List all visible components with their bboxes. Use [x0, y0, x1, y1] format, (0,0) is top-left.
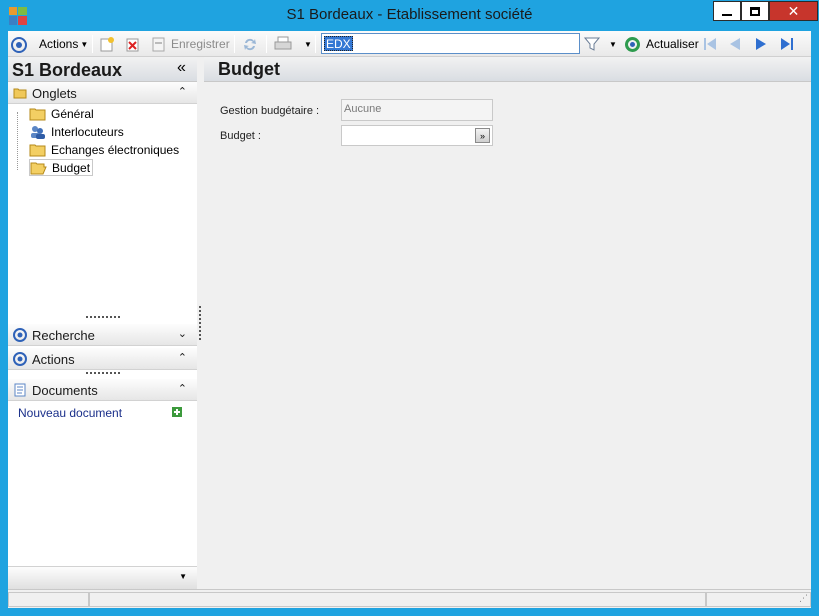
refresh-icon: [625, 36, 640, 52]
left-panel-title: S1 Bordeaux: [12, 60, 123, 80]
delete-icon[interactable]: [125, 34, 141, 54]
minimize-button[interactable]: [713, 1, 741, 21]
splitter-grip[interactable]: [86, 372, 120, 374]
status-bar: ⋰: [8, 589, 811, 608]
close-icon: ✕: [787, 2, 800, 19]
left-panel-footer[interactable]: ▼: [8, 566, 197, 589]
folder-icon: [29, 108, 46, 120]
status-cell: [8, 592, 89, 607]
section-actions-label: Actions: [32, 352, 75, 367]
chevron-down-icon: ▼: [304, 39, 312, 49]
filter-dropdown-icon[interactable]: ▼: [609, 34, 617, 54]
collapse-panel-icon[interactable]: «: [177, 59, 186, 77]
tab-budget[interactable]: Budget: [29, 159, 94, 176]
maximize-icon: [750, 6, 760, 16]
folder-open-icon: [30, 162, 47, 174]
tab-echanges-label: Echanges électroniques: [51, 142, 180, 157]
splitter-grip[interactable]: [86, 316, 120, 318]
close-button[interactable]: ✕: [769, 1, 818, 21]
resize-grip-icon[interactable]: ⋰: [799, 593, 808, 604]
sync-icon[interactable]: [241, 34, 259, 54]
toolbar: Actions ▼ Enregistrer ▼ EDX ▼ Actualiser: [8, 31, 811, 57]
actions-menu-button[interactable]: Actions ▼: [39, 34, 88, 54]
search-box[interactable]: EDX: [321, 33, 580, 54]
separator: [266, 35, 267, 53]
document-icon: [14, 383, 26, 397]
print-button[interactable]: ▼: [274, 34, 312, 54]
chevron-up-icon: ⌃: [177, 383, 187, 395]
tab-interlocuteurs-label: Interlocuteurs: [51, 124, 124, 139]
minimize-icon: [722, 14, 732, 16]
filter-icon[interactable]: [584, 34, 600, 54]
budget-dropdown-button[interactable]: »: [475, 128, 490, 143]
budget-label: Budget :: [220, 130, 261, 142]
main-header: [204, 57, 811, 82]
chevron-up-icon: ⌃: [177, 86, 187, 98]
budget-field[interactable]: »: [341, 125, 493, 146]
first-record-icon[interactable]: [702, 34, 718, 54]
folder-icon: [29, 144, 46, 156]
gestion-label: Gestion budgétaire :: [220, 105, 320, 117]
chevron-down-icon: ⌄: [177, 328, 187, 340]
refresh-button[interactable]: Actualiser: [624, 34, 699, 54]
new-document-link[interactable]: Nouveau document: [18, 406, 122, 420]
save-icon: [152, 37, 165, 52]
section-recherche-label: Recherche: [32, 328, 95, 343]
section-documents[interactable]: Documents ⌃: [8, 379, 197, 401]
last-record-icon[interactable]: [779, 34, 795, 54]
save-button[interactable]: Enregistrer: [151, 34, 230, 54]
maximize-button[interactable]: [741, 1, 769, 21]
chevron-down-icon: ▼: [179, 572, 187, 581]
window-title: S1 Bordeaux - Etablissement société: [286, 6, 533, 23]
separator: [234, 35, 235, 53]
tree-line: [17, 112, 18, 170]
chevron-up-icon: ⌃: [177, 352, 187, 364]
new-icon[interactable]: [99, 34, 115, 54]
section-actions[interactable]: Actions ⌃: [8, 348, 197, 370]
refresh-label: Actualiser: [646, 37, 699, 51]
actions-label: Actions: [39, 37, 79, 51]
separator: [92, 35, 93, 53]
tab-echanges[interactable]: Echanges électroniques: [29, 141, 179, 158]
double-chevron-down-icon: »: [479, 130, 485, 141]
next-record-icon[interactable]: [753, 34, 769, 54]
gestion-field: Aucune: [341, 99, 493, 121]
section-recherche[interactable]: Recherche ⌄: [8, 324, 197, 346]
folder-icon: [13, 88, 27, 99]
print-icon: [274, 36, 292, 50]
users-icon: [31, 125, 45, 139]
add-icon[interactable]: [172, 407, 182, 417]
vertical-splitter-grip[interactable]: [199, 306, 201, 340]
chevron-down-icon: ▼: [80, 39, 89, 49]
separator: [315, 35, 316, 53]
status-cell: [706, 592, 811, 607]
tab-general[interactable]: Général: [29, 105, 94, 122]
tab-budget-label: Budget: [52, 160, 91, 175]
tab-general-label: Général: [51, 106, 94, 121]
previous-record-icon[interactable]: [727, 34, 743, 54]
tab-interlocuteurs[interactable]: Interlocuteurs: [29, 123, 124, 140]
section-documents-label: Documents: [32, 383, 98, 398]
section-onglets[interactable]: Onglets ⌃: [8, 82, 197, 104]
nav-circle-icon[interactable]: [10, 34, 28, 54]
search-input[interactable]: EDX: [324, 36, 353, 51]
status-cell: [89, 592, 706, 607]
section-onglets-label: Onglets: [32, 86, 77, 101]
nav-circle-icon: [13, 328, 27, 342]
save-label: Enregistrer: [171, 37, 230, 51]
nav-circle-icon: [13, 352, 27, 366]
page-title: Budget: [218, 59, 280, 79]
